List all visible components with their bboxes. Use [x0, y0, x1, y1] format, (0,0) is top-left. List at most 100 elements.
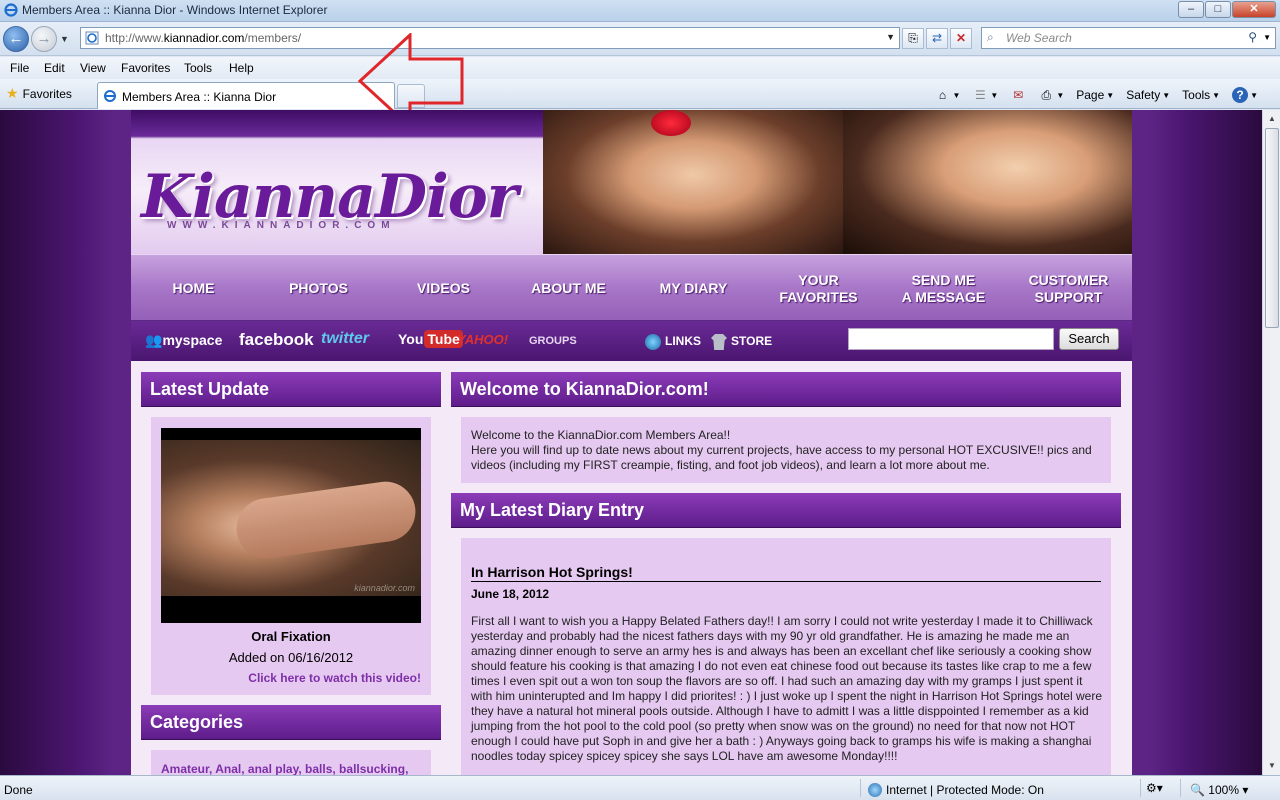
close-button[interactable]: ✕: [1232, 1, 1276, 18]
categories-list[interactable]: Amateur, Anal, anal play, balls, ballsuc…: [161, 762, 408, 775]
menu-help[interactable]: Help: [229, 61, 254, 75]
status-bar: Done Internet | Protected Mode: On ⚙▾ 🔍 …: [0, 775, 1280, 800]
read-mail-button[interactable]: ✉: [1006, 87, 1030, 103]
menu-file[interactable]: File: [10, 61, 29, 75]
links-link[interactable]: LINKS: [645, 334, 701, 350]
site-banner: KiannaDior WWW.KIANNADIOR.COM: [131, 110, 1132, 254]
search-options-icon[interactable]: ▼: [1263, 33, 1271, 42]
print-button[interactable]: ⎙ ▼: [1034, 87, 1068, 103]
page-menu[interactable]: Page ▼: [1072, 88, 1118, 102]
model-photo-right: [843, 110, 1132, 254]
thumbnail-watermark: kiannadior.com: [354, 583, 415, 593]
diary-entry-body: First all I want to wish you a Happy Bel…: [471, 614, 1102, 763]
nav-photos[interactable]: PHOTOS: [256, 255, 381, 322]
video-title: Oral Fixation: [251, 629, 331, 644]
web-search-box[interactable]: ⌕ Web Search ⚲ ▼: [981, 27, 1276, 49]
forward-button[interactable]: →: [31, 26, 57, 52]
tab-title: Members Area :: Kianna Dior: [122, 90, 277, 104]
scroll-up-icon[interactable]: ▲: [1264, 111, 1280, 127]
search-provider-icon: ⌕: [987, 30, 994, 44]
active-tab[interactable]: Members Area :: Kianna Dior: [97, 82, 395, 109]
home-button[interactable]: ⌂ ▼: [930, 87, 964, 103]
compatibility-view-icon[interactable]: ⎘: [902, 28, 924, 49]
facebook-link[interactable]: facebook: [239, 330, 314, 350]
web-search-placeholder: Web Search: [1006, 31, 1072, 45]
favorites-star-icon: ★: [6, 85, 19, 101]
menu-view[interactable]: View: [80, 61, 106, 75]
model-photo-left: [543, 110, 843, 254]
yahoo-groups-link[interactable]: YAHOO!: [457, 332, 508, 347]
help-icon: ?: [1232, 87, 1249, 103]
nav-about-me[interactable]: ABOUT ME: [506, 255, 631, 322]
help-button[interactable]: ? ▼: [1228, 87, 1262, 103]
myspace-link[interactable]: 👥myspace: [145, 332, 222, 349]
security-zone[interactable]: Internet | Protected Mode: On: [868, 783, 1044, 797]
command-bar: ⌂ ▼ ☰ ▼ ✉ ⎙ ▼ Page ▼ Safety ▼ Tools ▼ ? ▼: [930, 84, 1280, 106]
watch-video-link[interactable]: Click here to watch this video!: [151, 671, 421, 685]
zoom-icon: 🔍: [1190, 783, 1205, 797]
window-title: Members Area :: Kianna Dior - Windows In…: [22, 3, 328, 17]
nav-home[interactable]: HOME: [131, 255, 256, 322]
menu-favorites[interactable]: Favorites: [121, 61, 170, 75]
refresh-icon[interactable]: ⇄: [926, 28, 948, 49]
favorites-button[interactable]: ★ Favorites: [6, 85, 72, 102]
diary-entry-title[interactable]: In Harrison Hot Springs!: [471, 564, 1101, 582]
favorites-bar: ★ Favorites Members Area :: Kianna Dior ⌂…: [0, 79, 1280, 109]
page-viewport: KiannaDior WWW.KIANNADIOR.COM HOME PHOTO…: [0, 110, 1262, 775]
store-link[interactable]: STORE: [711, 334, 772, 350]
recent-pages-dropdown[interactable]: ▼: [60, 34, 69, 44]
groups-label[interactable]: GROUPS: [529, 335, 577, 347]
window-titlebar: Members Area :: Kianna Dior - Windows In…: [0, 0, 1280, 22]
back-button[interactable]: ←: [3, 26, 29, 52]
search-icon[interactable]: ⚲: [1248, 30, 1257, 44]
maximize-button[interactable]: □: [1205, 1, 1231, 18]
feeds-button[interactable]: ☰ ▼: [968, 87, 1002, 103]
address-dropdown-icon[interactable]: ▼: [886, 32, 895, 42]
rose-decoration: [651, 110, 691, 136]
site-logo-url: WWW.KIANNADIOR.COM: [167, 220, 396, 231]
stop-icon[interactable]: ✕: [950, 28, 972, 49]
nav-videos[interactable]: VIDEOS: [381, 255, 506, 322]
safety-menu[interactable]: Safety ▼: [1122, 88, 1174, 102]
latest-update-heading: Latest Update: [141, 372, 441, 407]
twitter-link[interactable]: twitter: [321, 330, 369, 348]
zoom-level[interactable]: 🔍 100% ▾: [1190, 783, 1248, 797]
menu-bar: File Edit View Favorites Tools Help: [0, 57, 1280, 79]
menu-tools[interactable]: Tools: [184, 61, 212, 75]
vertical-scrollbar[interactable]: ▲ ▼: [1262, 110, 1280, 775]
diary-entry-date: June 18, 2012: [471, 587, 550, 601]
social-strip: 👥myspace facebook twitter You Tube YAHOO!…: [131, 321, 1132, 361]
ie-tab-icon: [104, 90, 116, 102]
favorites-label: Favorites: [22, 87, 72, 101]
rss-feed-icon: ☰: [975, 88, 986, 102]
nav-send-message[interactable]: SEND ME A MESSAGE: [881, 255, 1006, 322]
site-search-button[interactable]: Search: [1059, 328, 1119, 350]
video-thumbnail[interactable]: kiannadior.com: [161, 428, 421, 623]
shirt-icon: [711, 334, 727, 350]
ie-page-icon: [85, 31, 99, 45]
globe-icon: [645, 334, 661, 350]
protected-mode-icon[interactable]: ⚙▾: [1146, 781, 1163, 795]
mail-icon: ✉: [1013, 88, 1024, 102]
nav-my-diary[interactable]: MY DIARY: [631, 255, 756, 322]
welcome-heading: Welcome to KiannaDior.com!: [451, 372, 1121, 407]
categories-heading: Categories: [141, 705, 441, 740]
nav-your-favorites[interactable]: YOUR FAVORITES: [756, 255, 881, 322]
navigation-bar: ← → ▼ http://www.kiannadior.com/members/…: [0, 22, 1280, 56]
welcome-text: Welcome to the KiannaDior.com Members Ar…: [471, 428, 1092, 472]
youtube-link[interactable]: You Tube: [398, 330, 463, 348]
scroll-down-icon[interactable]: ▼: [1264, 758, 1280, 774]
minimize-button[interactable]: –: [1178, 1, 1204, 18]
menu-edit[interactable]: Edit: [44, 61, 65, 75]
address-bar[interactable]: http://www.kiannadior.com/members/ ▼: [80, 27, 900, 49]
nav-customer-support[interactable]: CUSTOMER SUPPORT: [1006, 255, 1131, 322]
scrollbar-thumb[interactable]: [1265, 128, 1279, 328]
printer-icon: ⎙: [1041, 88, 1052, 102]
diary-heading: My Latest Diary Entry: [451, 493, 1121, 528]
tools-menu[interactable]: Tools ▼: [1178, 88, 1224, 102]
address-url: http://www.kiannadior.com/members/: [105, 31, 302, 45]
ie-icon: [4, 3, 18, 17]
site-search-input[interactable]: [848, 328, 1054, 350]
myspace-icon: 👥: [145, 332, 163, 348]
home-icon: ⌂: [938, 88, 947, 102]
